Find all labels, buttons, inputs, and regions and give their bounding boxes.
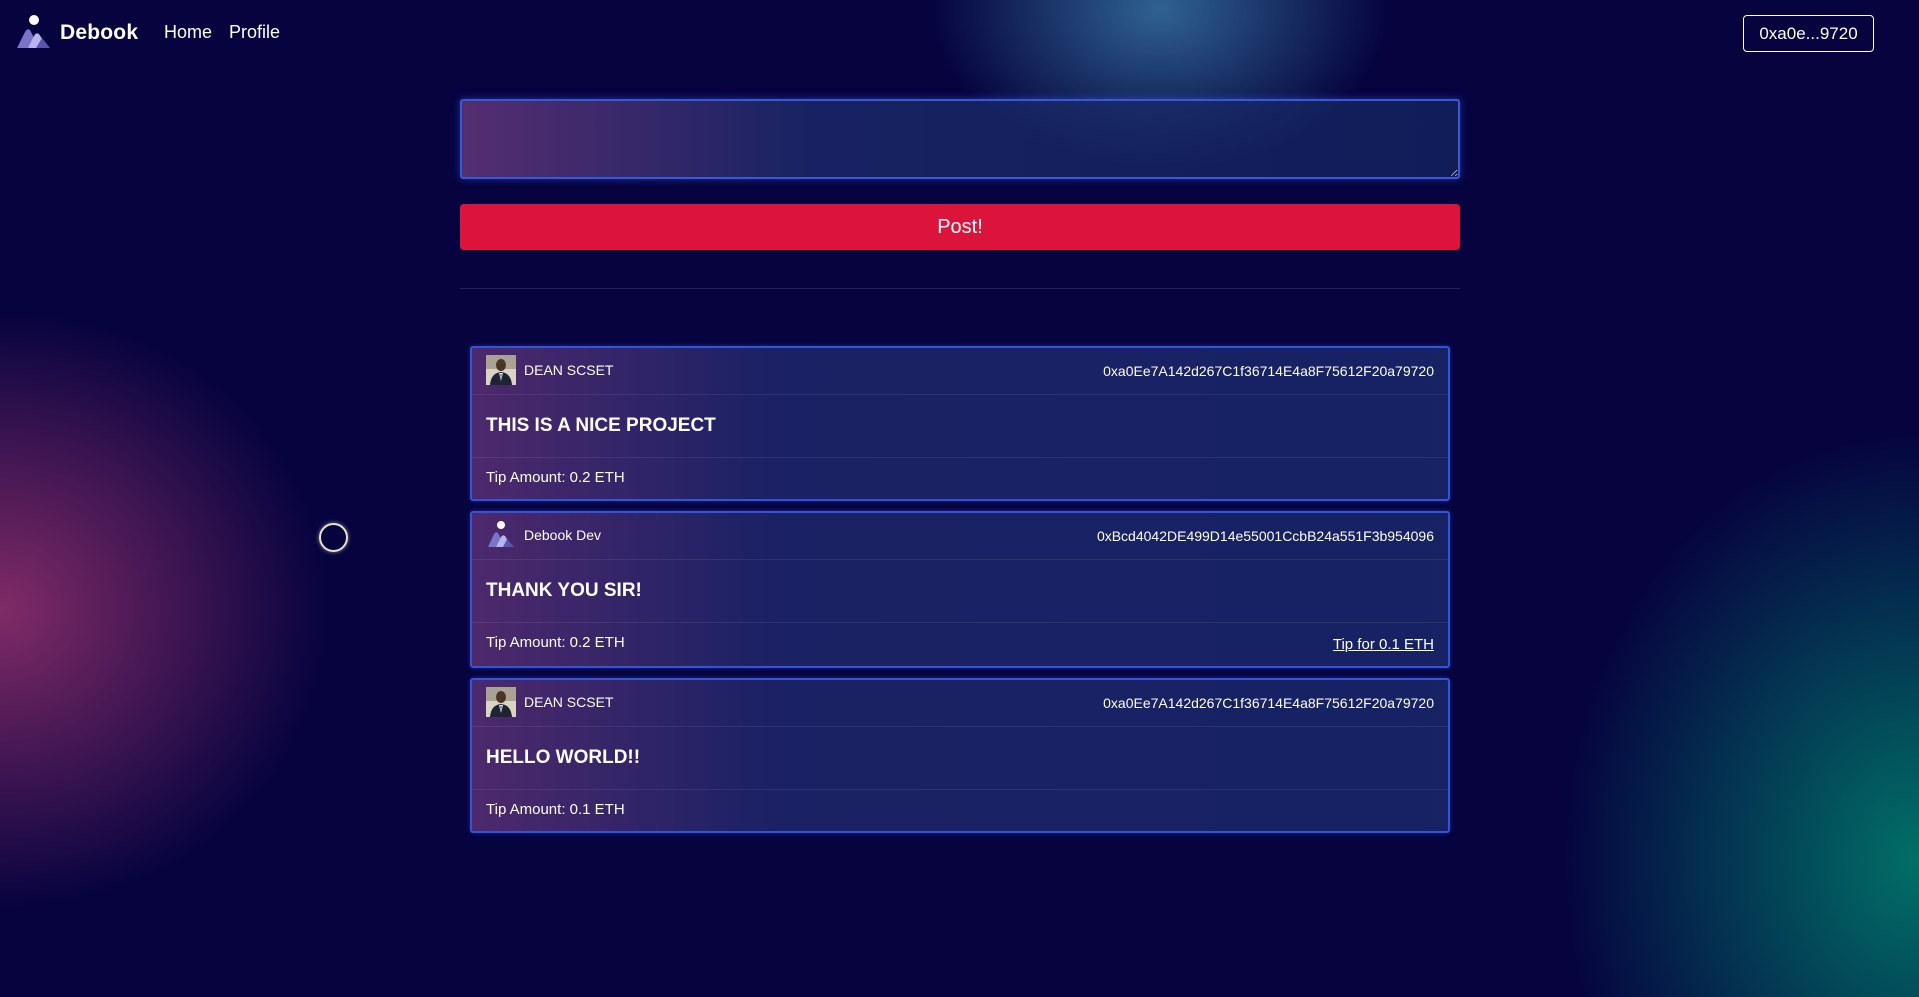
post-feed: DEAN SCSET 0xa0Ee7A142d267C1f36714E4a8F7… bbox=[470, 346, 1450, 843]
post-content-input[interactable] bbox=[460, 99, 1460, 179]
author-avatar-debook-logo-icon bbox=[488, 521, 514, 547]
post-footer: Tip Amount: 0.2 ETH Tip for 0.1 ETH bbox=[472, 623, 1448, 666]
brand-home-link[interactable]: Debook bbox=[14, 14, 138, 52]
post-header: DEAN SCSET 0xa0Ee7A142d267C1f36714E4a8F7… bbox=[472, 348, 1448, 395]
post-card: DEAN SCSET 0xa0Ee7A142d267C1f36714E4a8F7… bbox=[470, 678, 1450, 833]
post-body: HELLO WORLD!! bbox=[472, 727, 1448, 790]
mouse-cursor-indicator bbox=[319, 523, 348, 552]
wallet-address-button[interactable]: 0xa0e...9720 bbox=[1743, 15, 1874, 52]
author-avatar-photo bbox=[486, 687, 516, 717]
nav-links: Home Profile bbox=[164, 22, 280, 43]
post-footer: Tip Amount: 0.1 ETH bbox=[472, 790, 1448, 831]
post-button[interactable]: Post! bbox=[460, 204, 1460, 250]
top-navbar: Debook Home Profile 0xa0e...9720 bbox=[0, 0, 1919, 67]
post-author-name: Debook Dev bbox=[524, 527, 602, 543]
nav-home-link[interactable]: Home bbox=[164, 22, 212, 43]
feed-divider bbox=[460, 288, 1460, 289]
post-footer: Tip Amount: 0.2 ETH bbox=[472, 458, 1448, 499]
post-author-name: DEAN SCSET bbox=[524, 362, 614, 378]
author-avatar-photo bbox=[486, 355, 516, 385]
post-tip-amount: Tip Amount: 0.1 ETH bbox=[486, 801, 625, 818]
post-text: HELLO WORLD!! bbox=[486, 747, 641, 768]
post-author-address: 0xa0Ee7A142d267C1f36714E4a8F75612F20a797… bbox=[1103, 363, 1434, 379]
post-author-address: 0xBcd4042DE499D14e55001CcbB24a551F3b9540… bbox=[1096, 528, 1434, 544]
post-author-name: DEAN SCSET bbox=[524, 694, 614, 710]
post-header: DEAN SCSET 0xa0Ee7A142d267C1f36714E4a8F7… bbox=[472, 680, 1448, 727]
post-author-address: 0xa0Ee7A142d267C1f36714E4a8F75612F20a797… bbox=[1103, 695, 1434, 711]
tip-post-link[interactable]: Tip for 0.1 ETH bbox=[1333, 636, 1434, 653]
post-body: THIS IS A NICE PROJECT bbox=[472, 395, 1448, 458]
brand-name: Debook bbox=[60, 21, 139, 44]
post-header: Debook Dev 0xBcd4042DE499D14e55001CcbB24… bbox=[472, 513, 1448, 560]
debook-logo-icon bbox=[17, 15, 50, 48]
post-body: THANK YOU SIR! bbox=[472, 560, 1448, 623]
nav-profile-link[interactable]: Profile bbox=[229, 22, 280, 43]
post-card: Debook Dev 0xBcd4042DE499D14e55001CcbB24… bbox=[470, 511, 1450, 668]
post-tip-amount: Tip Amount: 0.2 ETH bbox=[486, 634, 625, 651]
post-tip-amount: Tip Amount: 0.2 ETH bbox=[486, 469, 625, 486]
post-text: THIS IS A NICE PROJECT bbox=[486, 415, 716, 436]
post-text: THANK YOU SIR! bbox=[486, 580, 642, 601]
post-card: DEAN SCSET 0xa0Ee7A142d267C1f36714E4a8F7… bbox=[470, 346, 1450, 501]
